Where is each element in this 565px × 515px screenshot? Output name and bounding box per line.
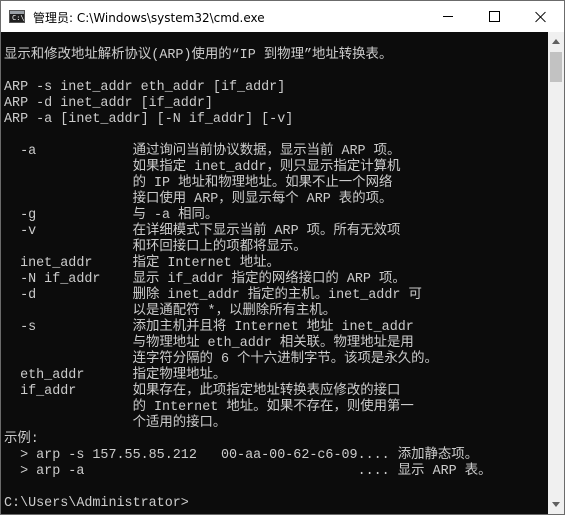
console-output[interactable]: 显示和修改地址解析协议(ARP)使用的“IP 到物理”地址转换表。 ARP -s… <box>1 32 548 514</box>
console-line: 接口使用 ARP，则显示每个 ARP 表的项。 <box>4 192 393 207</box>
console-line: ARP -d inet_addr [if_addr] <box>4 96 213 111</box>
minimize-icon <box>443 16 453 17</box>
console-line: -a 通过询问当前协议数据，显示当前 ARP 项。 <box>4 144 401 159</box>
vertical-scrollbar[interactable] <box>548 32 564 514</box>
console-line: > arp -a .... 显示 ARP 表。 <box>4 464 492 479</box>
scroll-down-arrow-icon[interactable] <box>552 502 560 507</box>
console-line: 示例: <box>4 432 39 447</box>
cmd-window: C:\ 管理员: C:\Windows\system32\cmd.exe 显示和… <box>0 0 565 515</box>
title-bar[interactable]: C:\ 管理员: C:\Windows\system32\cmd.exe <box>1 1 564 32</box>
console-line: eth_addr 指定物理地址。 <box>4 368 227 383</box>
console-line: -v 在详细模式下显示当前 ARP 项。所有无效项 <box>4 224 401 239</box>
maximize-button[interactable] <box>471 1 517 32</box>
console-line: 以是通配符 *，以删除所有主机。 <box>4 304 337 319</box>
console-line: if_addr 如果存在，此项指定地址转换表应修改的接口 <box>4 384 401 399</box>
console-line: 的 Internet 地址。如果不存在，则使用第一 <box>4 400 414 415</box>
console-line: -g 与 -a 相同。 <box>4 208 219 223</box>
scrollbar-thumb[interactable] <box>550 52 562 82</box>
console-line: -d 删除 inet_addr 指定的主机。inet_addr 可 <box>4 288 422 303</box>
console-line: ARP -s inet_addr eth_addr [if_addr] <box>4 80 286 95</box>
maximize-icon <box>488 11 500 22</box>
console-line: inet_addr 指定 Internet 地址。 <box>4 256 280 271</box>
console-line: 连字符分隔的 6 个十六进制字节。该项是永久的。 <box>4 352 438 367</box>
console-line: 与物理地址 eth_addr 相关联。物理地址是用 <box>4 336 414 351</box>
console-line: 的 IP 地址和物理地址。如果不止一个网络 <box>4 176 393 191</box>
scroll-up-arrow-icon[interactable] <box>552 39 560 44</box>
minimize-button[interactable] <box>425 1 471 32</box>
close-icon <box>535 11 547 23</box>
console-line: 和环回接口上的项都将显示。 <box>4 240 307 255</box>
console-line: > arp -s 157.55.85.212 00-aa-00-62-c6-09… <box>4 448 479 463</box>
console-line: -s 添加主机并且将 Internet 地址 inet_addr <box>4 320 414 335</box>
console-line: 显示和修改地址解析协议(ARP)使用的“IP 到物理”地址转换表。 <box>4 48 393 63</box>
cmd-icon[interactable]: C:\ <box>9 10 25 23</box>
console-line: -N if_addr 显示 if_addr 指定的网络接口的 ARP 项。 <box>4 272 406 287</box>
console-line: 如果指定 inet_addr，则只显示指定计算机 <box>4 160 401 175</box>
console-line: ARP -a [inet_addr] [-N if_addr] [-v] <box>4 112 294 127</box>
command-prompt[interactable]: C:\Users\Administrator> <box>4 496 189 512</box>
close-button[interactable] <box>518 1 564 32</box>
console-line: 个适用的接口。 <box>4 416 227 431</box>
window-title: 管理员: C:\Windows\system32\cmd.exe <box>33 11 265 25</box>
